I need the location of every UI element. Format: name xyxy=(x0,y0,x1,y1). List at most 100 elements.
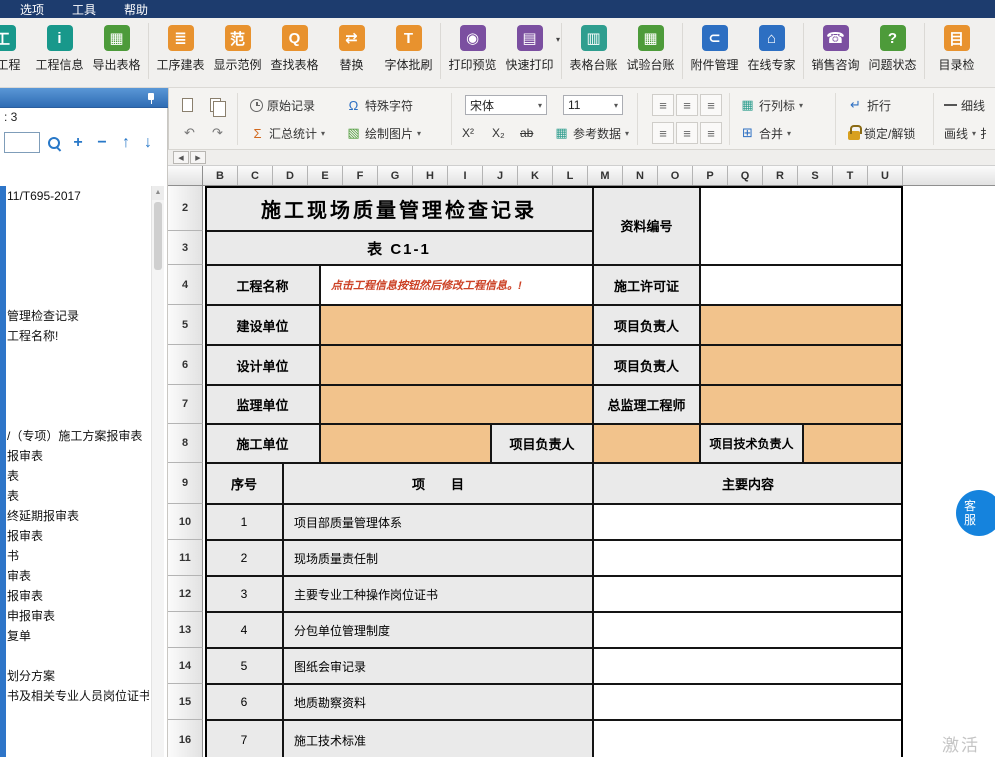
ribbon-button-export-table[interactable]: ▦ 导出表格 xyxy=(88,23,145,73)
ribbon-button-issue-status[interactable]: ? 问题状态 xyxy=(864,23,921,73)
ribbon-button-print-preview[interactable]: ◉ 打印预览 xyxy=(444,23,501,73)
tree-item[interactable] xyxy=(7,346,149,366)
item-content-cell[interactable] xyxy=(593,540,903,576)
row-header[interactable]: 2 xyxy=(168,186,203,231)
rowcol-header-button[interactable]: ▦ 行列标 ▾ xyxy=(737,94,806,116)
font-family-select[interactable]: 宋体 ▾ xyxy=(465,95,547,115)
tree-item[interactable]: 复单 xyxy=(7,626,149,646)
row-header[interactable]: 10 xyxy=(168,504,203,540)
chief-supervisor-input-cell[interactable] xyxy=(700,385,903,424)
ribbon-button-find-table[interactable]: Q 查找表格 xyxy=(266,23,323,73)
search-input[interactable] xyxy=(4,132,40,153)
item-content-cell[interactable] xyxy=(593,504,903,540)
scroll-left-icon[interactable]: ◀ xyxy=(173,151,189,164)
tree-item[interactable] xyxy=(7,366,149,386)
row-header[interactable]: 14 xyxy=(168,648,203,684)
ribbon-button-quick-print[interactable]: ▤ 快速打印 ▾ xyxy=(501,23,558,73)
sidebar-header[interactable] xyxy=(0,88,168,108)
column-header[interactable]: Q xyxy=(728,166,763,185)
tree-item[interactable]: 书 xyxy=(7,546,149,566)
project-name-value-cell[interactable]: 点击工程信息按钮然后修改工程信息。! xyxy=(320,265,593,305)
tree-item[interactable]: 管理检查记录 xyxy=(7,306,149,326)
doc-number-label-cell[interactable]: 资料编号 xyxy=(593,186,700,265)
doc-number-value-cell[interactable] xyxy=(700,186,903,265)
build-unit-input-cell[interactable] xyxy=(320,305,593,345)
ribbon-button-table-ledger[interactable]: ▥ 表格台账 xyxy=(565,23,622,73)
undo-button[interactable]: ↶ xyxy=(179,122,200,144)
row-header[interactable]: 8 xyxy=(168,424,203,463)
row-header[interactable]: 7 xyxy=(168,385,203,424)
item-no-cell[interactable]: 5 xyxy=(205,648,283,684)
row-header[interactable]: 15 xyxy=(168,684,203,720)
construction-unit-label-cell[interactable]: 施工单位 xyxy=(205,424,320,463)
permit-label-cell[interactable]: 施工许可证 xyxy=(593,265,700,305)
strikethrough-button[interactable]: ab xyxy=(517,122,536,144)
row-header[interactable]: 12 xyxy=(168,576,203,612)
redo-button[interactable]: ↷ xyxy=(207,122,228,144)
tree-item[interactable] xyxy=(7,206,149,226)
item-no-cell[interactable]: 4 xyxy=(205,612,283,648)
align-center-button[interactable]: ≡ xyxy=(676,94,698,116)
item-no-cell[interactable]: 2 xyxy=(205,540,283,576)
column-header[interactable]: C xyxy=(238,166,273,185)
column-header[interactable]: O xyxy=(658,166,693,185)
ribbon-button-attachment[interactable]: ⊂ 附件管理 xyxy=(686,23,743,73)
sheet-hscroll[interactable]: ◀ ▶ xyxy=(168,150,995,166)
item-content-cell[interactable] xyxy=(593,612,903,648)
build-unit-label-cell[interactable]: 建设单位 xyxy=(205,305,320,345)
item-name-cell[interactable]: 图纸会审记录 xyxy=(283,648,593,684)
ribbon-button-show-example[interactable]: 范 显示范例 xyxy=(209,23,266,73)
item-name-cell[interactable]: 主要专业工种操作岗位证书 xyxy=(283,576,593,612)
sheet-corner-cell[interactable] xyxy=(168,166,203,186)
column-header[interactable]: D xyxy=(273,166,308,185)
item-content-cell[interactable] xyxy=(593,684,903,720)
ribbon-button-build-table[interactable]: ≣ 工序建表 xyxy=(152,23,209,73)
subscript-button[interactable]: X₂ xyxy=(489,122,508,144)
tree-item[interactable]: 报审表 xyxy=(7,526,149,546)
pin-icon[interactable] xyxy=(146,93,156,104)
construction-unit-input-cell[interactable] xyxy=(320,424,491,463)
summary-stats-button[interactable]: Σ 汇总统计 ▾ xyxy=(247,122,328,144)
tree-item[interactable]: 划分方案 xyxy=(7,666,149,686)
tree-item[interactable]: 申报审表 xyxy=(7,606,149,626)
row-header[interactable]: 5 xyxy=(168,305,203,345)
tree-item[interactable]: 审表 xyxy=(7,566,149,586)
column-header[interactable]: G xyxy=(378,166,413,185)
ribbon-button-catalog-check[interactable]: 目 目录检 xyxy=(928,23,985,73)
row-header[interactable]: 6 xyxy=(168,345,203,385)
supervision-unit-label-cell[interactable]: 监理单位 xyxy=(205,385,320,424)
tree-item[interactable] xyxy=(7,646,149,666)
ribbon-button-project-info[interactable]: i 工程信息 xyxy=(31,23,88,73)
copy-button[interactable] xyxy=(207,94,224,116)
column-header[interactable]: M xyxy=(588,166,623,185)
tree-item[interactable] xyxy=(7,406,149,426)
item-content-cell[interactable] xyxy=(593,576,903,612)
draw-image-button[interactable]: ▧ 绘制图片 ▾ xyxy=(343,122,424,144)
row-header[interactable]: 9 xyxy=(168,463,203,504)
column-header[interactable]: N xyxy=(623,166,658,185)
header-item-cell[interactable]: 项 目 xyxy=(283,463,593,504)
column-header[interactable]: J xyxy=(483,166,518,185)
paste-button[interactable] xyxy=(179,94,196,116)
tree-item[interactable]: 终延期报审表 xyxy=(7,506,149,526)
align-left-button[interactable]: ≡ xyxy=(652,94,674,116)
item-name-cell[interactable]: 现场质量责任制 xyxy=(283,540,593,576)
align-bottom-button[interactable]: ≡ xyxy=(700,122,722,144)
tree-item[interactable]: 书及相关专业人员岗位证书 xyxy=(7,686,149,706)
column-header[interactable]: P xyxy=(693,166,728,185)
align-right-button[interactable]: ≡ xyxy=(700,94,722,116)
reference-data-button[interactable]: ▦ 参考数据 ▾ xyxy=(551,122,632,144)
row-header[interactable]: 4 xyxy=(168,265,203,305)
row-header[interactable]: 16 xyxy=(168,720,203,757)
item-name-cell[interactable]: 地质勘察资料 xyxy=(283,684,593,720)
column-header[interactable]: R xyxy=(763,166,798,185)
column-header[interactable]: E xyxy=(308,166,343,185)
project-name-label-cell[interactable]: 工程名称 xyxy=(205,265,320,305)
header-content-cell[interactable]: 主要内容 xyxy=(593,463,903,504)
column-header[interactable]: K xyxy=(518,166,553,185)
design-unit-label-cell[interactable]: 设计单位 xyxy=(205,345,320,385)
design-leader-input-cell[interactable] xyxy=(700,345,903,385)
thin-line-button[interactable]: 细线 xyxy=(941,94,988,116)
column-header[interactable]: T xyxy=(833,166,868,185)
tree-item[interactable] xyxy=(7,226,149,246)
